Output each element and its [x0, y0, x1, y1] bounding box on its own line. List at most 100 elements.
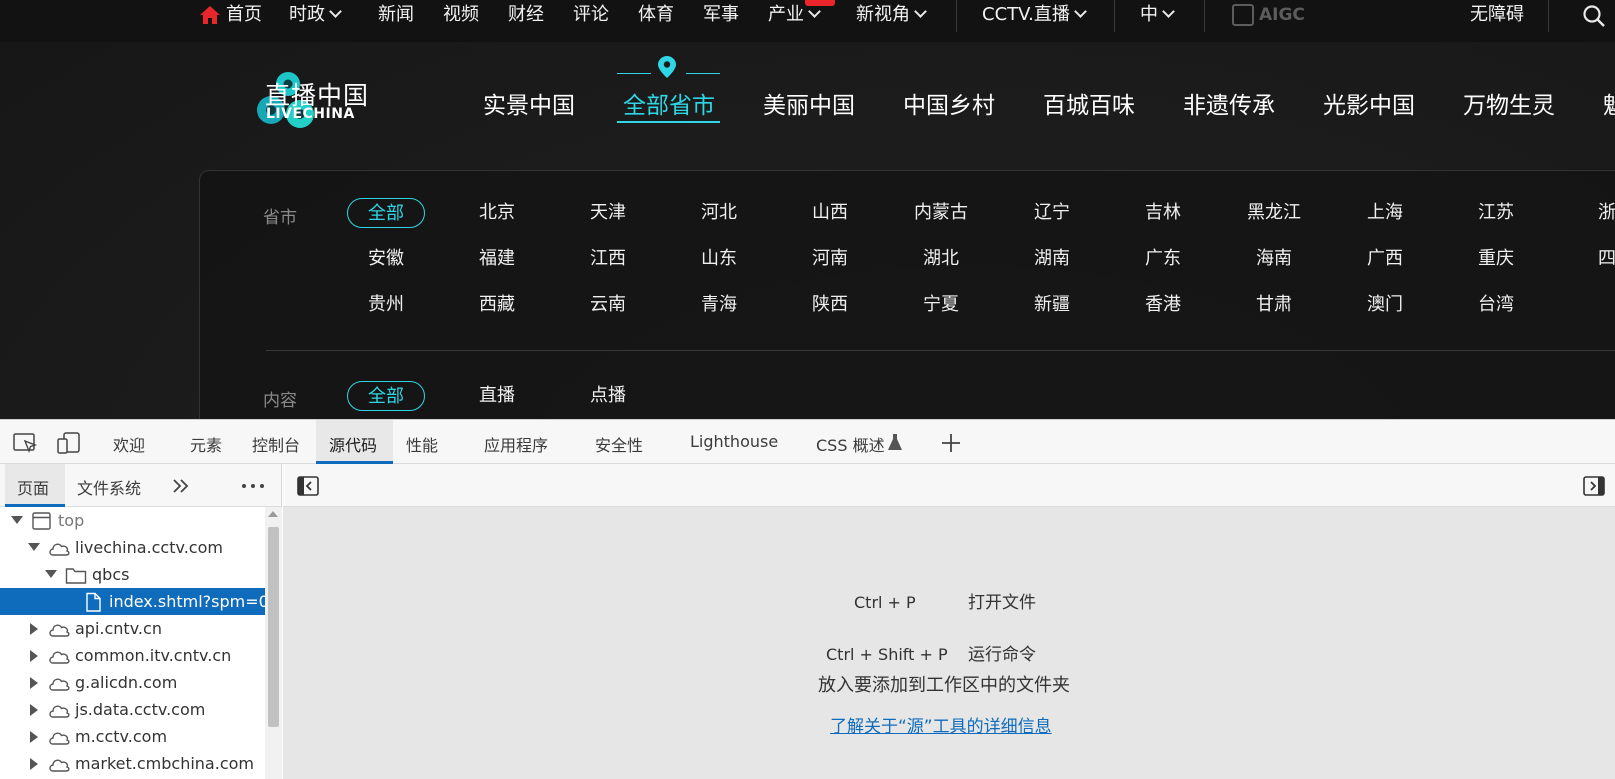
province-item[interactable]: 宁夏 — [902, 290, 980, 320]
top-nav-sports[interactable]: 体育 — [638, 3, 674, 29]
tab-lighthouse[interactable]: Lighthouse — [690, 432, 778, 451]
province-item[interactable]: 北京 — [458, 198, 536, 228]
province-item[interactable]: 湖南 — [1013, 244, 1091, 274]
aigc-logo[interactable]: AIGC — [1232, 2, 1306, 28]
more-tabs-icon[interactable] — [172, 476, 190, 496]
tab-performance[interactable]: 性能 — [406, 432, 438, 456]
tree-row[interactable]: g.alicdn.com — [0, 669, 265, 696]
content-filter-item[interactable]: 全部 — [347, 381, 425, 411]
tab-page[interactable]: 页面 — [17, 475, 49, 499]
province-item[interactable]: 安徽 — [347, 244, 425, 274]
content-filter-item[interactable]: 点播 — [569, 381, 647, 411]
province-item[interactable]: 天津 — [569, 198, 647, 228]
tab-filesystem[interactable]: 文件系统 — [77, 475, 141, 499]
scrollbar-thumb[interactable] — [268, 527, 279, 727]
top-nav-new-view[interactable]: 新视角 — [856, 3, 927, 29]
province-item[interactable]: 山东 — [680, 244, 758, 274]
tree-row[interactable]: qbcs — [0, 561, 265, 588]
tree-row[interactable]: common.itv.cntv.cn — [0, 642, 265, 669]
province-item[interactable]: 青海 — [680, 290, 758, 320]
tab-security[interactable]: 安全性 — [595, 432, 643, 456]
collapse-arrow-icon[interactable] — [30, 731, 38, 743]
province-item[interactable]: 内蒙古 — [902, 198, 980, 228]
province-item[interactable]: 重庆 — [1457, 244, 1535, 274]
province-item[interactable]: 河北 — [680, 198, 758, 228]
toggle-navigator-icon[interactable] — [297, 476, 319, 496]
accessibility-link[interactable]: 无障碍 — [1470, 3, 1524, 29]
province-item[interactable]: 福建 — [458, 244, 536, 274]
tab-application[interactable]: 应用程序 — [484, 432, 548, 456]
province-item[interactable]: 云南 — [569, 290, 647, 320]
main-nav-heritage[interactable]: 非遗传承 — [1183, 86, 1275, 120]
top-nav-finance[interactable]: 财经 — [508, 3, 544, 29]
main-nav-all-creatures[interactable]: 万物生灵 — [1463, 86, 1555, 120]
main-nav-rural-china[interactable]: 中国乡村 — [903, 86, 995, 120]
province-item[interactable]: 广西 — [1346, 244, 1424, 274]
tab-css-overview[interactable]: CSS 概述 — [816, 432, 885, 456]
province-item[interactable]: 海南 — [1235, 244, 1313, 274]
collapse-arrow-icon[interactable] — [30, 677, 38, 689]
top-nav-home[interactable]: 首页 — [226, 3, 262, 29]
top-nav-cctv-live[interactable]: CCTV.直播 — [982, 3, 1087, 29]
tab-console[interactable]: 控制台 — [252, 432, 300, 456]
toggle-debugger-icon[interactable] — [1583, 476, 1605, 496]
tree-row[interactable]: m.cctv.com — [0, 723, 265, 750]
tree-row[interactable]: api.cntv.cn — [0, 615, 265, 642]
province-item[interactable]: 浙 — [1568, 198, 1615, 228]
scroll-up-icon[interactable] — [268, 511, 278, 517]
expand-arrow-icon[interactable] — [28, 543, 40, 551]
province-item[interactable]: 澳门 — [1346, 290, 1424, 320]
scrollbar[interactable] — [265, 507, 282, 779]
province-item[interactable]: 香港 — [1124, 290, 1202, 320]
expand-arrow-icon[interactable] — [11, 516, 23, 524]
device-emulation-icon[interactable] — [57, 432, 81, 454]
collapse-arrow-icon[interactable] — [30, 650, 38, 662]
tree-row-selected[interactable]: index.shtml?spm=0.P — [0, 588, 265, 615]
province-item[interactable]: 江苏 — [1457, 198, 1535, 228]
top-nav-video[interactable]: 视频 — [443, 3, 479, 29]
province-item[interactable]: 新疆 — [1013, 290, 1091, 320]
province-item[interactable]: 广东 — [1124, 244, 1202, 274]
content-filter-item[interactable]: 直播 — [458, 381, 536, 411]
add-tab-icon[interactable] — [940, 432, 962, 454]
main-nav-more[interactable]: 魅 — [1603, 86, 1615, 120]
inspect-element-icon[interactable] — [13, 433, 37, 453]
province-item[interactable]: 台湾 — [1457, 290, 1535, 320]
top-nav-comment[interactable]: 评论 — [573, 3, 609, 29]
top-nav-military[interactable]: 军事 — [703, 3, 739, 29]
province-item[interactable]: 黑龙江 — [1235, 198, 1313, 228]
province-item[interactable]: 吉林 — [1124, 198, 1202, 228]
province-item[interactable]: 江西 — [569, 244, 647, 274]
tree-row[interactable]: market.cmbchina.com — [0, 750, 265, 777]
main-nav-beautiful-china[interactable]: 美丽中国 — [763, 86, 855, 120]
province-item[interactable]: 西藏 — [458, 290, 536, 320]
tree-row[interactable]: top — [0, 507, 265, 534]
learn-more-link[interactable]: 了解关于“源”工具的详细信息 — [830, 712, 1052, 737]
province-item[interactable]: 四 — [1568, 244, 1615, 274]
province-item[interactable]: 甘肃 — [1235, 290, 1313, 320]
province-item[interactable]: 上海 — [1346, 198, 1424, 228]
tab-sources[interactable]: 源代码 — [329, 432, 377, 456]
tree-row[interactable]: livechina.cctv.com — [0, 534, 265, 561]
province-item[interactable]: 河南 — [791, 244, 869, 274]
province-item[interactable]: 贵州 — [347, 290, 425, 320]
more-options-icon[interactable] — [240, 476, 266, 496]
province-item[interactable]: 陕西 — [791, 290, 869, 320]
language-select[interactable]: 中 — [1140, 3, 1175, 29]
top-nav-politics[interactable]: 时政 — [289, 3, 342, 29]
main-nav-hundred-cities[interactable]: 百城百味 — [1043, 86, 1135, 120]
search-icon[interactable] — [1582, 4, 1606, 28]
province-item[interactable]: 辽宁 — [1013, 198, 1091, 228]
collapse-arrow-icon[interactable] — [30, 758, 38, 770]
top-nav-news[interactable]: 新闻 — [378, 3, 414, 29]
tab-elements[interactable]: 元素 — [190, 432, 222, 456]
top-nav-industry[interactable]: 产业 — [768, 3, 821, 29]
collapse-arrow-icon[interactable] — [30, 704, 38, 716]
province-item[interactable]: 山西 — [791, 198, 869, 228]
main-nav-real-china[interactable]: 实景中国 — [483, 86, 575, 120]
home-icon[interactable] — [200, 6, 220, 24]
province-item[interactable]: 湖北 — [902, 244, 980, 274]
province-item[interactable]: 全部 — [347, 198, 425, 228]
tab-welcome[interactable]: 欢迎 — [113, 432, 145, 456]
main-nav-all-provinces[interactable]: 全部省市 — [623, 86, 715, 120]
